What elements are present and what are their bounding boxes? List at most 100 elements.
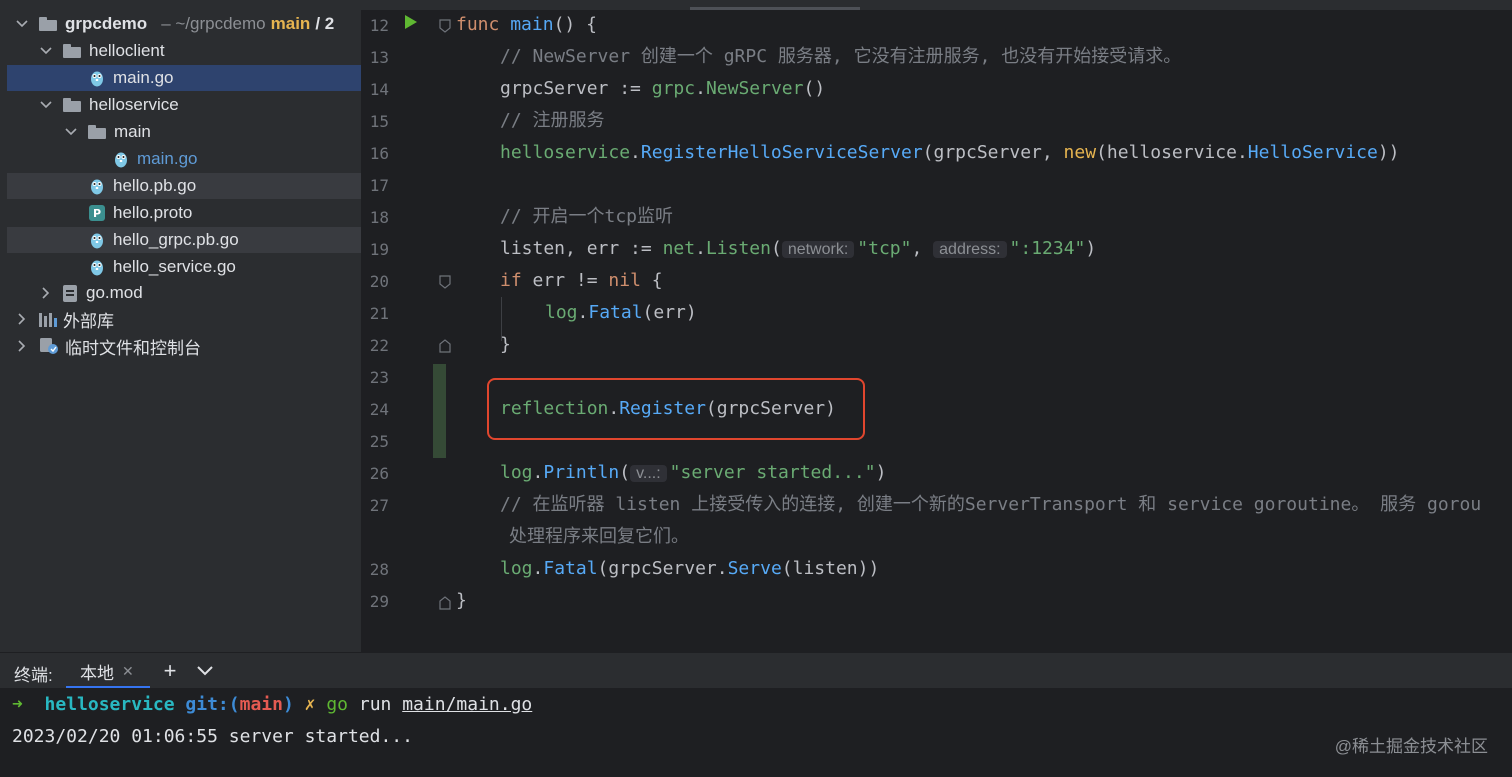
- line-number: 16: [369, 144, 389, 163]
- line-number: 22: [369, 336, 389, 355]
- fold-end-icon[interactable]: [439, 339, 451, 353]
- fold-icon[interactable]: [439, 275, 451, 289]
- go-gopher-icon: [91, 233, 103, 249]
- terminal-toolbar: 终端: 本地 ✕ +: [0, 652, 1512, 689]
- new-terminal-button[interactable]: +: [157, 658, 183, 684]
- terminal-output[interactable]: ➜ helloservice git:(main) ✗ go run main/…: [0, 688, 1512, 777]
- tree-item-hello-proto[interactable]: P hello.proto: [7, 200, 361, 226]
- tree-item-label: hello_grpc.pb.go: [113, 230, 239, 249]
- code-line-27[interactable]: // 在监听器 listen 上接受传入的连接, 创建一个新的ServerTra…: [500, 490, 1481, 522]
- proto-file-icon: P: [89, 205, 105, 221]
- go-gopher-icon: [91, 71, 103, 87]
- tree-item-label: helloservice: [89, 95, 179, 114]
- tree-item-main-folder[interactable]: main: [7, 119, 361, 145]
- scratch-file-icon: [40, 338, 58, 354]
- tree-item-scratches-and-consoles[interactable]: 临时文件和控制台: [7, 333, 361, 359]
- project-path: – ~/grpcdemo: [161, 14, 266, 33]
- chevron-down-icon[interactable]: [64, 125, 78, 139]
- code-line-15[interactable]: // 注册服务: [500, 106, 605, 138]
- tree-item-helloclient[interactable]: helloclient: [7, 38, 361, 64]
- close-icon[interactable]: ✕: [122, 663, 134, 680]
- vcs-change-marker[interactable]: [433, 364, 446, 458]
- code-line-16[interactable]: helloservice.RegisterHelloServiceServer(…: [500, 138, 1400, 170]
- param-hint: v...:: [630, 465, 667, 482]
- line-number: 13: [369, 48, 389, 67]
- chevron-down-icon: [197, 666, 213, 676]
- code-line-26[interactable]: log.Println(v...: "server started..."): [500, 458, 886, 490]
- annotation-highlight-box: [487, 378, 865, 440]
- code-line-28[interactable]: log.Fatal(grpcServer.Serve(listen)): [500, 554, 879, 586]
- chevron-down-icon[interactable]: [39, 98, 53, 112]
- fold-end-icon[interactable]: [439, 596, 451, 610]
- tree-item-external-libraries[interactable]: 外部库: [7, 306, 361, 332]
- tree-item-label: main.go: [113, 68, 174, 87]
- plus-icon: +: [163, 658, 177, 683]
- tree-item-label: helloclient: [89, 41, 165, 60]
- tree-item-hello-service-go[interactable]: hello_service.go: [7, 254, 361, 280]
- tree-item-label: 外部库: [63, 311, 114, 331]
- line-number: 29: [369, 592, 389, 611]
- line-number: 19: [369, 240, 389, 259]
- chevron-right-icon[interactable]: [15, 312, 29, 326]
- param-hint: address:: [933, 241, 1007, 258]
- tree-item-hello-pb-go[interactable]: hello.pb.go: [7, 173, 361, 199]
- project-name: grpcdemo: [65, 14, 148, 33]
- library-icon: [39, 311, 57, 327]
- code-line-19[interactable]: listen, err := net.Listen(network: "tcp",…: [500, 234, 1096, 266]
- tree-item-go-mod[interactable]: go.mod: [7, 280, 361, 306]
- terminal-dropdown-button[interactable]: [192, 658, 218, 684]
- code-line-29[interactable]: }: [456, 586, 467, 618]
- line-number: 24: [369, 400, 389, 419]
- chevron-down-icon[interactable]: [39, 44, 53, 58]
- line-number: 28: [369, 560, 389, 579]
- folder-icon: [63, 44, 81, 58]
- code-editor[interactable]: 12 13 14 15 16 17 18 19 20 21 22 23 24 2…: [361, 10, 1512, 652]
- terminal-prompt-line: ➜ helloservice git:(main) ✗ go run main/…: [12, 694, 533, 715]
- tree-item-helloservice-main-go[interactable]: main.go: [7, 146, 361, 172]
- terminal-title: 终端:: [14, 666, 53, 685]
- tree-item-label: hello.proto: [113, 203, 193, 222]
- tree-item-label: hello.pb.go: [113, 176, 197, 195]
- chevron-right-icon[interactable]: [15, 339, 29, 353]
- chevron-down-icon[interactable]: [15, 17, 29, 31]
- tree-item-helloclient-main-go[interactable]: main.go: [7, 65, 361, 91]
- tree-item-label: 临时文件和控制台: [65, 338, 201, 358]
- line-number: 12: [369, 16, 389, 35]
- line-number: 15: [369, 112, 389, 131]
- terminal-output-line: 2023/02/20 01:06:55 server started...: [12, 726, 413, 747]
- tree-item-label: main.go: [137, 149, 198, 168]
- line-number: 18: [369, 208, 389, 227]
- project-tree: grpcdemo – ~/grpcdemo main / 2 helloclie…: [7, 10, 361, 652]
- code-line-14[interactable]: grpcServer := grpc.NewServer(): [500, 74, 825, 106]
- code-line-21[interactable]: log.Fatal(err): [545, 298, 697, 330]
- code-line-13[interactable]: // NewServer 创建一个 gRPC 服务器, 它没有注册服务, 也没有…: [500, 42, 1181, 74]
- tree-item-helloservice[interactable]: helloservice: [7, 92, 361, 118]
- folder-icon: [88, 125, 106, 139]
- top-tab-strip: [0, 0, 1512, 10]
- code-line-18[interactable]: // 开启一个tcp监听: [500, 202, 673, 234]
- param-hint: network:: [781, 241, 855, 258]
- code-line-27-wrap[interactable]: 处理程序来回复它们。: [509, 522, 689, 554]
- code-line-20[interactable]: if err != nil {: [500, 266, 663, 298]
- terminal-file-link: main/main.go: [402, 694, 533, 715]
- tree-root-grpcdemo[interactable]: grpcdemo – ~/grpcdemo main / 2: [7, 11, 361, 37]
- code-line-12[interactable]: func main() {: [456, 10, 597, 42]
- chevron-right-icon[interactable]: [39, 286, 53, 300]
- file-icon: [63, 284, 77, 302]
- code-line-22[interactable]: }: [500, 330, 511, 362]
- go-gopher-icon: [91, 179, 103, 195]
- line-number: 23: [369, 368, 389, 387]
- terminal-tab-label: 本地: [80, 663, 114, 683]
- line-number: 27: [369, 496, 389, 515]
- line-number: 26: [369, 464, 389, 483]
- tree-item-hello-grpc-pb-go[interactable]: hello_grpc.pb.go: [7, 227, 361, 253]
- run-icon[interactable]: [405, 15, 417, 29]
- folder-icon: [63, 98, 81, 112]
- project-branch: main: [270, 14, 311, 33]
- line-number: 14: [369, 80, 389, 99]
- fold-icon[interactable]: [439, 19, 451, 33]
- go-gopher-icon: [115, 152, 127, 168]
- terminal-tab-local[interactable]: 本地 ✕: [66, 653, 150, 689]
- tree-item-label: hello_service.go: [113, 257, 236, 276]
- editor-gutter: 12 13 14 15 16 17 18 19 20 21 22 23 24 2…: [361, 10, 456, 652]
